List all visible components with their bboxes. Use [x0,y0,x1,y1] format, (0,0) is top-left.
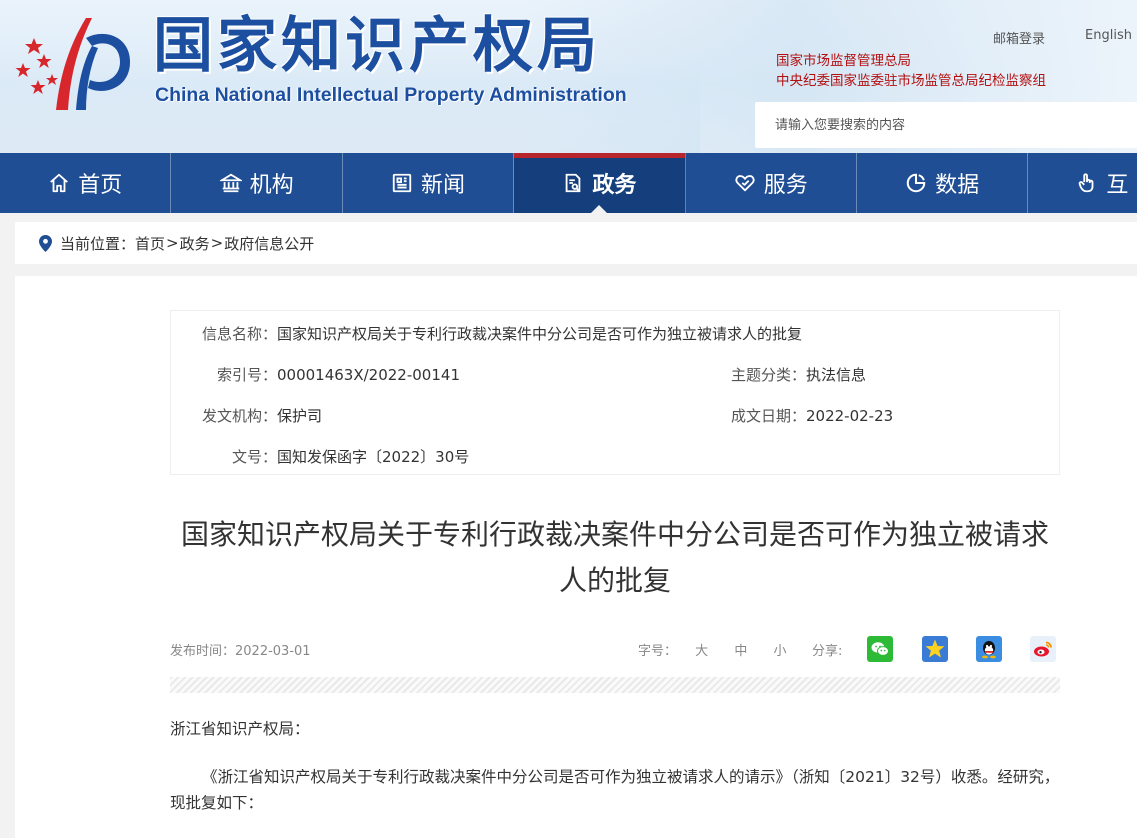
font-size-medium-button[interactable]: 中 [734,644,747,659]
nav-label: 首页 [78,173,123,198]
info-name-label: 信息名称： [201,325,277,343]
publish-time: 发布时间：2022-03-01 [170,640,311,659]
top-utility-links: 邮箱登录 English [993,28,1132,47]
nav-label: 政务 [592,173,637,198]
hand-pointer-icon [1079,173,1094,193]
location-pin-icon [39,234,52,252]
nav-item-government-affairs[interactable]: 政务 [514,153,686,213]
breadcrumb: 当前位置： 首页 > 政务 > 政府信息公开 [15,222,1137,264]
newspaper-icon [392,173,412,193]
site-title-cn[interactable]: 国家知识产权局 [153,10,601,82]
home-icon [50,173,69,193]
nav-item-institution[interactable]: 机构 [171,153,343,213]
breadcrumb-separator: > [210,234,224,252]
article-title: 国家知识产权局关于专利行政裁决案件中分公司是否可作为独立被请求 人的批复 [170,512,1060,604]
nav-label: 服务 [763,173,808,198]
article-container: 信息名称：国家知识产权局关于专利行政裁决案件中分公司是否可作为独立被请求人的批复… [15,276,1137,838]
share-label: 分享: [812,644,843,659]
government-doc-icon [566,173,581,193]
org-links: 国家市场监督管理总局 中央纪委国家监委驻市场监管总局纪检监察组 [776,51,1046,91]
breadcrumb-info-disclosure[interactable]: 政府信息公开 [224,233,314,254]
info-row-date: 成文日期：2022-02-23 [726,405,893,426]
samr-link[interactable]: 国家市场监督管理总局 [776,51,1046,71]
info-date-label: 成文日期： [730,407,806,425]
info-row-name: 信息名称：国家知识产权局关于专利行政裁决案件中分公司是否可作为独立被请求人的批复 [171,323,802,344]
nav-item-interaction[interactable]: 互 [1028,153,1137,213]
info-issuer-label: 发文机构： [201,407,277,425]
institution-icon [219,173,242,193]
info-category-label: 主题分类： [730,366,806,384]
font-size-large-button[interactable]: 大 [695,644,708,659]
font-size-label: 字号： [638,644,678,659]
discipline-inspection-link[interactable]: 中央纪委国家监委驻市场监管总局纪检监察组 [776,71,1046,91]
publish-time-label: 发布时间： [170,644,236,659]
info-row-issuer: 发文机构：保护司 [171,405,322,426]
font-size-small-button[interactable]: 小 [773,644,786,659]
main-nav: 首页 机构 新闻 政务 服务 数据 互 [0,153,1137,213]
info-docno-label: 文号： [231,448,277,466]
site-header: 国家知识产权局 China National Intellectual Prop… [0,0,1137,153]
wechat-share-icon[interactable] [867,636,893,662]
info-docno-value: 国知发保函字〔2022〕30号 [277,448,470,466]
breadcrumb-government-affairs[interactable]: 政务 [180,233,210,254]
mail-login-link[interactable]: 邮箱登录 [993,28,1045,47]
cnipa-emblem-logo[interactable] [12,14,138,114]
document-info-table: 信息名称：国家知识产权局关于专利行政裁决案件中分公司是否可作为独立被请求人的批复… [170,310,1060,475]
nav-item-news[interactable]: 新闻 [343,153,515,213]
weibo-share-icon[interactable] [1030,636,1056,662]
article-title-line: 国家知识产权局关于专利行政裁决案件中分公司是否可作为独立被请求 [180,518,1049,551]
nav-item-service[interactable]: 服务 [686,153,857,213]
search-box [755,102,1137,148]
search-input[interactable] [755,102,1137,148]
article-meta: 发布时间：2022-03-01 字号： 大 中 小 分享: [170,636,1060,662]
publish-time-value: 2022-03-01 [235,644,311,659]
english-link[interactable]: English [1085,28,1132,47]
nav-label: 数据 [935,173,980,198]
nav-label: 互 [1106,173,1129,198]
site-title-en[interactable]: China National Intellectual Property Adm… [155,84,627,107]
nav-item-data[interactable]: 数据 [857,153,1029,213]
info-issuer-value: 保护司 [277,407,323,425]
nav-label: 机构 [249,173,294,198]
breadcrumb-separator: > [166,234,179,252]
qzone-share-icon[interactable] [922,636,948,662]
article-title-line: 人的批复 [558,564,671,597]
info-row-index: 索引号：00001463X/2022-00141 [171,364,460,385]
article-paragraph: 《浙江省知识产权局关于专利行政裁决案件中分公司是否可作为独立被请求人的请示》（浙… [170,768,1060,812]
info-index-value: 00001463X/2022-00141 [277,366,460,384]
info-row-docno: 文号：国知发保函字〔2022〕30号 [171,446,469,467]
hatched-divider [170,677,1060,693]
article-salutation: 浙江省知识产权局： [170,720,310,738]
service-heart-icon [735,175,755,192]
font-size-controls: 字号： 大 中 小 [638,640,786,659]
info-date-value: 2022-02-23 [806,407,894,425]
nav-label: 新闻 [420,173,465,198]
info-row-category: 主题分类：执法信息 [726,364,866,385]
pie-chart-icon [906,173,926,193]
info-index-label: 索引号： [216,366,277,384]
info-category-value: 执法信息 [806,366,867,384]
info-name-value: 国家知识产权局关于专利行政裁决案件中分公司是否可作为独立被请求人的批复 [277,325,803,343]
breadcrumb-prefix: 当前位置： [60,234,136,253]
qq-share-icon[interactable] [976,636,1002,662]
nav-item-home[interactable]: 首页 [0,153,172,213]
breadcrumb-home[interactable]: 首页 [135,233,165,254]
